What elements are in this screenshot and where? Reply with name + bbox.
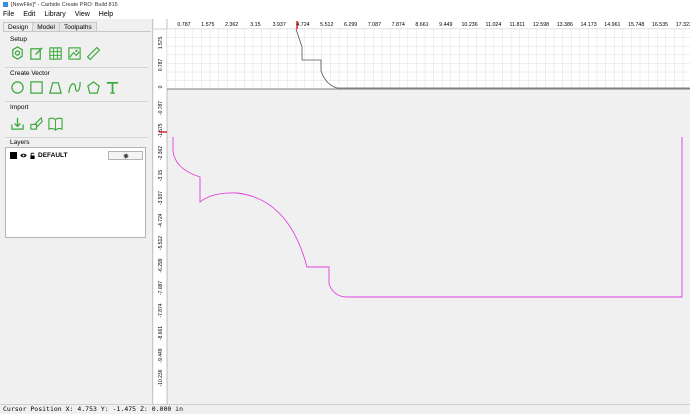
- x-ruler-label: 3.15: [250, 22, 260, 28]
- y-ruler: [154, 19, 167, 404]
- layer-name: DEFAULT: [38, 152, 68, 159]
- menu-file[interactable]: File: [3, 11, 14, 18]
- tab-divider: [3, 31, 151, 32]
- x-ruler-label: 10.236: [461, 22, 477, 28]
- x-ruler-label: 12.598: [533, 22, 549, 28]
- curve-icon[interactable]: [67, 80, 82, 95]
- toolpath-shape[interactable]: [172, 137, 683, 298]
- canvas-drawing[interactable]: 0.787 1.575 2.362 3.15 3.937 4.724 5.512 6.299 7…: [154, 19, 690, 404]
- import-tools: [10, 116, 63, 131]
- x-ruler-label: 15.748: [628, 22, 644, 28]
- x-ruler-label: 14.173: [580, 22, 596, 28]
- menu-library[interactable]: Library: [44, 11, 65, 18]
- trace-icon[interactable]: [29, 116, 44, 131]
- y-ruler-label: -8.661: [158, 326, 164, 340]
- cursor-position-text: Cursor Position X: 4.753 Y: -1.475 Z: 0.…: [3, 405, 184, 413]
- divider: [5, 67, 148, 68]
- y-ruler-label: -3.937: [158, 191, 164, 205]
- polygon-icon[interactable]: [86, 80, 101, 95]
- y-ruler-label: -3.15: [158, 170, 164, 182]
- job-setup-icon[interactable]: [10, 46, 25, 61]
- left-panel: Design Model Toolpaths Setup Create Vect…: [0, 19, 153, 404]
- y-ruler-label: -4.724: [158, 213, 164, 227]
- grid-table-icon[interactable]: [48, 46, 63, 61]
- menu-edit[interactable]: Edit: [23, 11, 35, 18]
- design-canvas[interactable]: 0.787 1.575 2.362 3.15 3.937 4.724 5.512 6.299 7…: [154, 19, 690, 404]
- section-label-layers: Layers: [10, 139, 30, 146]
- title-bar: [NewFile]* - Carbide Create PRO: Build 8…: [0, 0, 690, 9]
- window-title: [NewFile]* - Carbide Create PRO: Build 8…: [11, 1, 118, 8]
- y-ruler-label: 0.787: [158, 59, 164, 72]
- y-ruler-label: 1.575: [158, 37, 164, 50]
- section-label-import: Import: [10, 104, 29, 111]
- app-icon: [3, 2, 8, 7]
- ruler-icon[interactable]: [86, 46, 101, 61]
- y-ruler-label: -0.787: [158, 101, 164, 115]
- x-ruler-label: 7.874: [392, 22, 405, 28]
- y-ruler-label: -10.236: [158, 369, 164, 386]
- create-vector-tools: [10, 80, 120, 95]
- x-ruler-label: 1.575: [201, 22, 214, 28]
- x-ruler-label: 0.787: [177, 22, 190, 28]
- y-ruler-label: -1.575: [158, 123, 164, 137]
- circle-icon[interactable]: [10, 80, 25, 95]
- app-window: [NewFile]* - Carbide Create PRO: Build 8…: [0, 0, 690, 414]
- edit-icon[interactable]: [29, 46, 44, 61]
- y-ruler-label: -5.512: [158, 236, 164, 250]
- layer-color-swatch[interactable]: [10, 152, 17, 159]
- menu-help[interactable]: Help: [99, 11, 113, 18]
- x-ruler-label: 8.661: [415, 22, 428, 28]
- section-label-create-vector: Create Vector: [10, 70, 50, 77]
- layer-row[interactable]: DEFAULT: [10, 151, 143, 160]
- x-ruler-label: 6.299: [344, 22, 357, 28]
- layer-settings-button[interactable]: [108, 151, 143, 160]
- layers-list: DEFAULT: [5, 147, 146, 238]
- setup-tools: [10, 46, 101, 61]
- import-icon[interactable]: [10, 116, 25, 131]
- eye-icon[interactable]: [20, 152, 27, 159]
- x-ruler-label: 4.724: [296, 22, 309, 28]
- y-ruler-label: -7.087: [158, 281, 164, 295]
- image-icon[interactable]: [67, 46, 82, 61]
- x-ruler-label: 11.811: [509, 22, 524, 28]
- divider: [5, 101, 148, 102]
- y-ruler-label: -2.362: [158, 146, 164, 160]
- x-ruler-label: 2.362: [225, 22, 238, 28]
- x-ruler-label: 5.512: [320, 22, 333, 28]
- profile-view: [167, 29, 690, 89]
- y-ruler-label: 0: [158, 85, 164, 88]
- library-icon[interactable]: [48, 116, 63, 131]
- lock-icon[interactable]: [29, 152, 36, 159]
- gear-icon: [123, 153, 128, 158]
- x-ruler-label: 7.087: [368, 22, 381, 28]
- x-ruler-label: 17.323: [676, 22, 690, 28]
- x-ruler-label: 16.535: [652, 22, 668, 28]
- y-ruler-label: -7.874: [158, 303, 164, 317]
- text-icon[interactable]: [105, 80, 120, 95]
- section-label-setup: Setup: [10, 36, 27, 43]
- y-ruler-label: -9.449: [158, 348, 164, 362]
- x-ruler-label: 13.386: [557, 22, 573, 28]
- status-bar: Cursor Position X: 4.753 Y: -1.475 Z: 0.…: [0, 404, 690, 414]
- rectangle-icon[interactable]: [29, 80, 44, 95]
- x-ruler-label: 11.024: [485, 22, 501, 28]
- x-ruler-label: 9.449: [439, 22, 452, 28]
- divider: [5, 137, 148, 138]
- y-ruler-label: -6.299: [158, 258, 164, 272]
- x-ruler-label: 3.937: [273, 22, 286, 28]
- menu-view[interactable]: View: [75, 11, 90, 18]
- x-ruler-label: 14.961: [604, 22, 620, 28]
- menu-bar: File Edit Library View Help: [0, 9, 690, 19]
- polyline-icon[interactable]: [48, 80, 63, 95]
